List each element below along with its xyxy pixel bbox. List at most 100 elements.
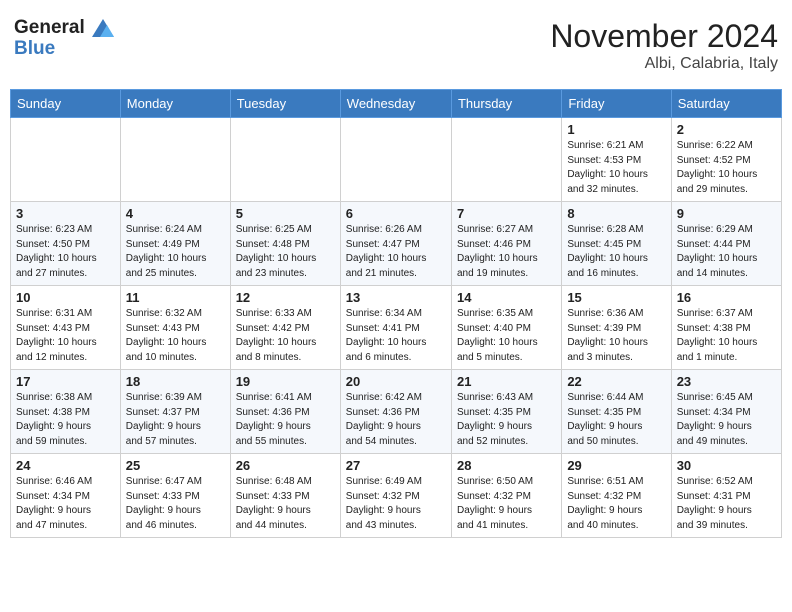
calendar-cell: 8 Sunrise: 6:28 AMSunset: 4:45 PMDaylight… (562, 202, 671, 286)
weekday-monday: Monday (120, 90, 230, 118)
day-number: 9 (677, 206, 776, 221)
week-row-1: 1 Sunrise: 6:21 AMSunset: 4:53 PMDaylight… (11, 118, 782, 202)
weekday-thursday: Thursday (451, 90, 561, 118)
calendar-cell (11, 118, 121, 202)
calendar-cell: 16 Sunrise: 6:37 AMSunset: 4:38 PMDayligh… (671, 286, 781, 370)
day-info: Sunrise: 6:27 AMSunset: 4:46 PMDaylight:… (457, 223, 556, 281)
calendar-cell: 11Sunrise: 6:32 AMSunset: 4:43 PMDayligh… (120, 286, 230, 370)
day-info: Sunrise: 6:51 AMSunset: 4:32 PMDaylight:… (567, 475, 665, 533)
day-info: Sunrise: 6:21 AMSunset: 4:53 PMDaylight:… (567, 139, 665, 197)
day-info: Sunrise: 6:41 AMSunset: 4:36 PMDaylight:… (236, 391, 335, 449)
day-number: 8 (567, 206, 665, 221)
day-number: 2 (677, 122, 776, 137)
calendar-cell: 27 Sunrise: 6:49 AMSunset: 4:32 PMDayligh… (340, 454, 451, 538)
day-info: Sunrise: 6:28 AMSunset: 4:45 PMDaylight:… (567, 223, 665, 281)
day-number: 22 (567, 374, 665, 389)
page-header: General Blue November 2024 Albi, Calabri… (10, 10, 782, 81)
calendar-cell: 2 Sunrise: 6:22 AMSunset: 4:52 PMDaylight… (671, 118, 781, 202)
calendar-cell: 5 Sunrise: 6:25 AMSunset: 4:48 PMDaylight… (230, 202, 340, 286)
day-info: Sunrise: 6:39 AMSunset: 4:37 PMDaylight:… (126, 391, 225, 449)
day-info: Sunrise: 6:37 AMSunset: 4:38 PMDaylight:… (677, 307, 776, 365)
calendar-cell: 17 Sunrise: 6:38 AMSunset: 4:38 PMDayligh… (11, 370, 121, 454)
day-number: 30 (677, 458, 776, 473)
day-info: Sunrise: 6:44 AMSunset: 4:35 PMDaylight:… (567, 391, 665, 449)
weekday-tuesday: Tuesday (230, 90, 340, 118)
weekday-header-row: SundayMondayTuesdayWednesdayThursdayFrid… (11, 90, 782, 118)
calendar-cell: 7 Sunrise: 6:27 AMSunset: 4:46 PMDaylight… (451, 202, 561, 286)
day-number: 25 (126, 458, 225, 473)
day-number: 24 (16, 458, 115, 473)
day-info: Sunrise: 6:48 AMSunset: 4:33 PMDaylight:… (236, 475, 335, 533)
day-info: Sunrise: 6:43 AMSunset: 4:35 PMDaylight:… (457, 391, 556, 449)
day-number: 19 (236, 374, 335, 389)
day-number: 7 (457, 206, 556, 221)
calendar-cell (120, 118, 230, 202)
day-number: 3 (16, 206, 115, 221)
day-number: 28 (457, 458, 556, 473)
logo-general: General (14, 17, 85, 38)
calendar-cell: 21 Sunrise: 6:43 AMSunset: 4:35 PMDayligh… (451, 370, 561, 454)
day-number: 29 (567, 458, 665, 473)
calendar-cell (340, 118, 451, 202)
day-info: Sunrise: 6:47 AMSunset: 4:33 PMDaylight:… (126, 475, 225, 533)
day-info: Sunrise: 6:31 AMSunset: 4:43 PMDaylight:… (16, 307, 115, 365)
day-number: 13 (346, 290, 446, 305)
day-info: Sunrise: 6:22 AMSunset: 4:52 PMDaylight:… (677, 139, 776, 197)
calendar-cell: 12 Sunrise: 6:33 AMSunset: 4:42 PMDayligh… (230, 286, 340, 370)
calendar-cell: 25 Sunrise: 6:47 AMSunset: 4:33 PMDayligh… (120, 454, 230, 538)
weekday-wednesday: Wednesday (340, 90, 451, 118)
calendar-cell (230, 118, 340, 202)
day-number: 15 (567, 290, 665, 305)
week-row-3: 10Sunrise: 6:31 AMSunset: 4:43 PMDayligh… (11, 286, 782, 370)
day-info: Sunrise: 6:29 AMSunset: 4:44 PMDaylight:… (677, 223, 776, 281)
day-info: Sunrise: 6:25 AMSunset: 4:48 PMDaylight:… (236, 223, 335, 281)
day-info: Sunrise: 6:24 AMSunset: 4:49 PMDaylight:… (126, 223, 225, 281)
calendar-cell: 13Sunrise: 6:34 AMSunset: 4:41 PMDayligh… (340, 286, 451, 370)
calendar-cell: 14 Sunrise: 6:35 AMSunset: 4:40 PMDayligh… (451, 286, 561, 370)
calendar-cell: 3Sunrise: 6:23 AMSunset: 4:50 PMDaylight… (11, 202, 121, 286)
title-block: November 2024 Albi, Calabria, Italy (550, 18, 778, 73)
calendar-cell: 22 Sunrise: 6:44 AMSunset: 4:35 PMDayligh… (562, 370, 671, 454)
day-number: 6 (346, 206, 446, 221)
day-info: Sunrise: 6:49 AMSunset: 4:32 PMDaylight:… (346, 475, 446, 533)
calendar-cell: 15 Sunrise: 6:36 AMSunset: 4:39 PMDayligh… (562, 286, 671, 370)
calendar-cell (451, 118, 561, 202)
day-number: 14 (457, 290, 556, 305)
day-info: Sunrise: 6:36 AMSunset: 4:39 PMDaylight:… (567, 307, 665, 365)
day-number: 20 (346, 374, 446, 389)
day-info: Sunrise: 6:33 AMSunset: 4:42 PMDaylight:… (236, 307, 335, 365)
day-number: 23 (677, 374, 776, 389)
calendar-cell: 1 Sunrise: 6:21 AMSunset: 4:53 PMDaylight… (562, 118, 671, 202)
day-info: Sunrise: 6:46 AMSunset: 4:34 PMDaylight:… (16, 475, 115, 533)
month-title: November 2024 (550, 18, 778, 55)
calendar-cell: 26 Sunrise: 6:48 AMSunset: 4:33 PMDayligh… (230, 454, 340, 538)
day-info: Sunrise: 6:42 AMSunset: 4:36 PMDaylight:… (346, 391, 446, 449)
day-number: 17 (16, 374, 115, 389)
day-number: 26 (236, 458, 335, 473)
day-info: Sunrise: 6:38 AMSunset: 4:38 PMDaylight:… (16, 391, 115, 449)
calendar-cell: 24 Sunrise: 6:46 AMSunset: 4:34 PMDayligh… (11, 454, 121, 538)
calendar-cell: 18 Sunrise: 6:39 AMSunset: 4:37 PMDayligh… (120, 370, 230, 454)
day-info: Sunrise: 6:45 AMSunset: 4:34 PMDaylight:… (677, 391, 776, 449)
day-number: 5 (236, 206, 335, 221)
day-info: Sunrise: 6:50 AMSunset: 4:32 PMDaylight:… (457, 475, 556, 533)
location: Albi, Calabria, Italy (550, 55, 778, 73)
day-info: Sunrise: 6:35 AMSunset: 4:40 PMDaylight:… (457, 307, 556, 365)
day-number: 16 (677, 290, 776, 305)
day-info: Sunrise: 6:52 AMSunset: 4:31 PMDaylight:… (677, 475, 776, 533)
day-number: 11 (126, 290, 225, 305)
day-number: 1 (567, 122, 665, 137)
calendar-table: SundayMondayTuesdayWednesdayThursdayFrid… (10, 89, 782, 538)
day-number: 4 (126, 206, 225, 221)
calendar-cell: 28 Sunrise: 6:50 AMSunset: 4:32 PMDayligh… (451, 454, 561, 538)
weekday-friday: Friday (562, 90, 671, 118)
day-number: 12 (236, 290, 335, 305)
weekday-sunday: Sunday (11, 90, 121, 118)
logo: General Blue (14, 18, 114, 60)
calendar-cell: 23 Sunrise: 6:45 AMSunset: 4:34 PMDayligh… (671, 370, 781, 454)
calendar-cell: 29 Sunrise: 6:51 AMSunset: 4:32 PMDayligh… (562, 454, 671, 538)
calendar-cell: 6Sunrise: 6:26 AMSunset: 4:47 PMDaylight… (340, 202, 451, 286)
day-number: 27 (346, 458, 446, 473)
day-number: 18 (126, 374, 225, 389)
day-number: 21 (457, 374, 556, 389)
